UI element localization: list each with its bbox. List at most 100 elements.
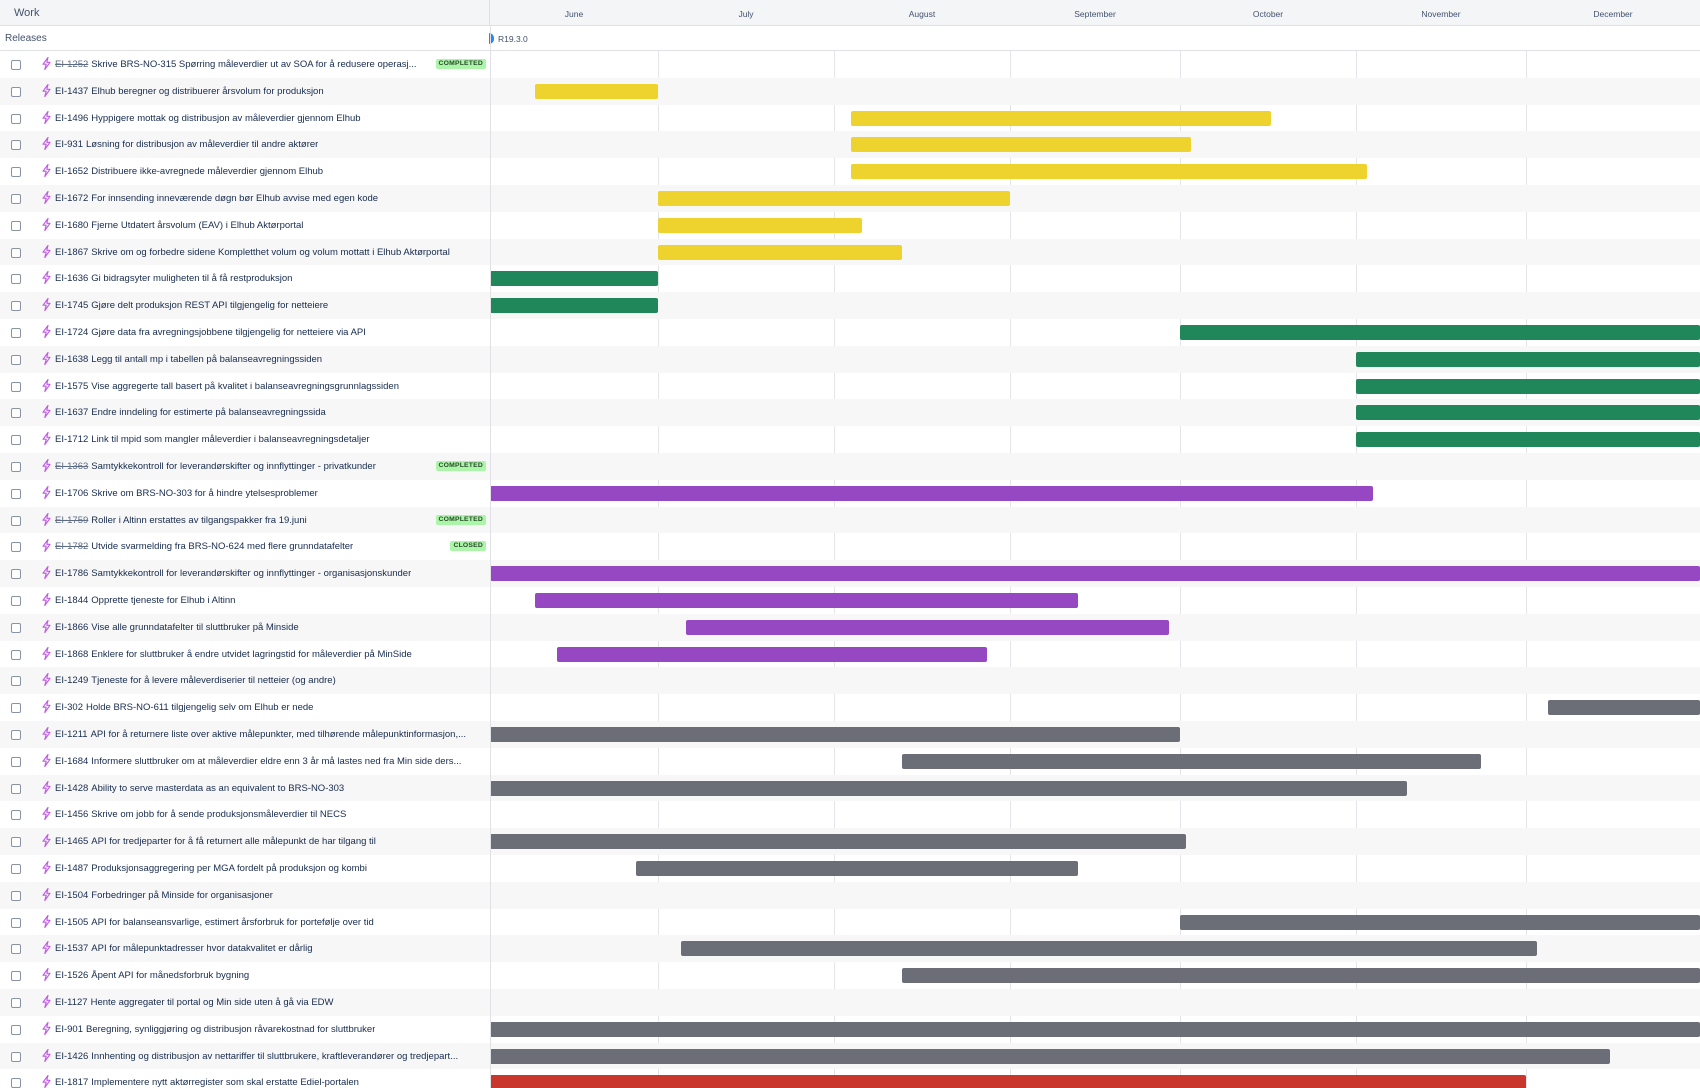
timeline-bar-ei-1211[interactable] [490, 726, 1180, 742]
work-item-link[interactable]: EI-1575 Vise aggregerte tall basert på kv… [55, 381, 399, 392]
timeline-bar-ei-1724[interactable] [1180, 324, 1700, 340]
work-item-link[interactable]: EI-1724 Gjøre data fra avregningsjobbene … [55, 327, 366, 338]
issue-key[interactable]: EI-1817 [55, 1077, 88, 1088]
table-row[interactable]: EI-1249 Tjeneste for å levere måleverdise… [0, 667, 1700, 695]
row-checkbox[interactable] [11, 864, 21, 874]
issue-key[interactable]: EI-1672 [55, 193, 88, 204]
work-item-link[interactable]: EI-1636 Gi bidragsyter muligheten til å f… [55, 273, 292, 284]
work-item-link[interactable]: EI-931 Løsning for distribusjon av måleve… [55, 139, 318, 150]
row-checkbox[interactable] [11, 60, 21, 70]
issue-title[interactable]: Skrive BRS-NO-315 Spørring måleverdier u… [91, 59, 416, 70]
row-checkbox[interactable] [11, 408, 21, 419]
row-checkbox[interactable] [11, 622, 21, 633]
issue-key[interactable]: EI-1637 [55, 407, 88, 418]
timeline-bar-ei-1786[interactable] [490, 566, 1700, 582]
issue-title[interactable]: Ability to serve masterdata as an equiva… [91, 783, 344, 794]
row-checkbox[interactable] [11, 435, 21, 446]
issue-key[interactable]: EI-1759 [55, 515, 88, 526]
timeline-bar-ei-1867[interactable] [658, 244, 903, 260]
row-checkbox[interactable] [11, 194, 21, 204]
timeline-bar-ei-1526[interactable] [902, 968, 1700, 984]
table-row[interactable]: EI-1127 Hente aggregater til portal og Mi… [0, 989, 1700, 1016]
work-item-link[interactable]: EI-1866 Vise alle grunndatafelter til slu… [55, 622, 299, 633]
row-checkbox[interactable] [11, 542, 21, 553]
row-checkbox[interactable] [11, 381, 21, 392]
issue-title[interactable]: Produksjonsaggregering per MGA fordelt p… [91, 863, 367, 874]
timeline-bar-ei-1684[interactable] [902, 753, 1481, 769]
timeline-bar-ei-1712[interactable] [1356, 432, 1700, 448]
row-checkbox[interactable] [11, 944, 21, 955]
issue-title[interactable]: Samtykkekontroll for leverandørskifter o… [91, 568, 411, 579]
row-checkbox[interactable] [11, 167, 21, 178]
row-checkbox[interactable] [11, 649, 21, 660]
issue-title[interactable]: Innhenting og distribusjon av nettariffe… [91, 1051, 458, 1062]
issue-title[interactable]: Skrive om og forbedre sidene Kompletthet… [91, 247, 450, 258]
work-item-link[interactable]: EI-1672 For innsending inneværende døgn b… [55, 193, 378, 204]
issue-key[interactable]: EI-901 [55, 1024, 83, 1035]
timeline-bar-ei-1866[interactable] [686, 619, 1169, 635]
issue-title[interactable]: Gjøre delt produksjon REST API tilgjenge… [91, 300, 328, 311]
row-checkbox[interactable] [11, 488, 21, 499]
issue-title[interactable]: Skrive om BRS-NO-303 for å hindre ytelse… [91, 488, 318, 499]
issue-title[interactable]: Hyppigere mottak og distribusjon av måle… [91, 113, 360, 124]
issue-title[interactable]: Samtykkekontroll for leverandørskifter o… [91, 461, 376, 472]
issue-title[interactable]: API for målepunktadresser hvor datakvali… [91, 943, 312, 954]
work-item-link[interactable]: EI-1867 Skrive om og forbedre sidene Komp… [55, 247, 450, 258]
issue-title[interactable]: Distribuere ikke-avregnede måleverdier g… [91, 166, 323, 177]
timeline-bar-ei-1652[interactable] [851, 164, 1368, 180]
timeline-bar-ei-1638[interactable] [1356, 351, 1700, 367]
table-row[interactable]: EI-1496 Hyppigere mottak og distribusjon … [0, 105, 1700, 132]
timeline-bar-ei-1426[interactable] [490, 1048, 1611, 1064]
row-checkbox[interactable] [11, 1051, 21, 1062]
issue-key[interactable]: EI-1636 [55, 273, 88, 284]
issue-title[interactable]: Åpent API for månedsforbruk bygning [91, 970, 249, 981]
row-checkbox[interactable] [11, 971, 21, 982]
issue-title[interactable]: For innsending inneværende døgn bør Elhu… [91, 193, 378, 204]
row-checkbox[interactable] [11, 1078, 21, 1088]
timeline-bar-ei-1745[interactable] [490, 298, 658, 314]
issue-title[interactable]: Utvide svarmelding fra BRS-NO-624 med fl… [91, 541, 353, 552]
work-item-link[interactable]: EI-1504 Forbedringer på Minside for organ… [55, 890, 273, 901]
row-checkbox[interactable] [11, 140, 21, 151]
work-item-link[interactable]: EI-901 Beregning, synliggjøring og distri… [55, 1024, 375, 1035]
work-item-link[interactable]: EI-1759 Roller i Altinn erstattes av tilg… [55, 515, 307, 526]
issue-key[interactable]: EI-1724 [55, 327, 88, 338]
work-item-link[interactable]: EI-1638 Legg til antall mp i tabellen på … [55, 354, 322, 365]
issue-title[interactable]: Løsning for distribusjon av måleverdier … [86, 139, 318, 150]
issue-title[interactable]: Implementere nytt aktørregister som skal… [91, 1077, 359, 1088]
issue-title[interactable]: Skrive om jobb for å sende produksjonsmå… [91, 809, 346, 820]
work-item-link[interactable]: EI-1817 Implementere nytt aktørregister s… [55, 1077, 359, 1088]
timeline-bar-ei-1637[interactable] [1356, 405, 1700, 421]
work-item-link[interactable]: EI-1437 Elhub beregner og distribuerer år… [55, 86, 324, 97]
issue-key[interactable]: EI-1782 [55, 541, 88, 552]
issue-title[interactable]: Hente aggregater til portal og Min side … [91, 997, 334, 1008]
row-checkbox[interactable] [11, 274, 21, 285]
work-item-link[interactable]: EI-1652 Distribuere ikke-avregnede måleve… [55, 166, 323, 177]
issue-key[interactable]: EI-1680 [55, 220, 88, 231]
table-row[interactable]: EI-1636 Gi bidragsyter muligheten til å f… [0, 265, 1700, 292]
issue-key[interactable]: EI-1504 [55, 890, 88, 901]
row-checkbox[interactable] [11, 676, 21, 687]
work-column-divider[interactable] [490, 26, 491, 1088]
timeline-bar-ei-1437[interactable] [534, 83, 658, 99]
issue-title[interactable]: Roller i Altinn erstattes av tilgangspak… [91, 515, 306, 526]
work-item-link[interactable]: EI-1680 Fjerne Utdatert årsvolum (EAV) i … [55, 220, 303, 231]
row-checkbox[interactable] [11, 756, 21, 767]
row-checkbox[interactable] [11, 783, 21, 794]
work-item-link[interactable]: EI-1428 Ability to serve masterdata as an… [55, 783, 344, 794]
timeline-bar-ei-1496[interactable] [851, 110, 1271, 126]
row-checkbox[interactable] [11, 998, 21, 1008]
issue-title[interactable]: Gjøre data fra avregningsjobbene tilgjen… [91, 327, 366, 338]
issue-key[interactable]: EI-1868 [55, 649, 88, 660]
issue-key[interactable]: EI-1652 [55, 166, 88, 177]
issue-title[interactable]: Fjerne Utdatert årsvolum (EAV) i Elhub A… [91, 220, 303, 231]
work-item-link[interactable]: EI-1456 Skrive om jobb for å sende produk… [55, 809, 346, 820]
issue-key[interactable]: EI-1252 [55, 59, 88, 70]
timeline-bar-ei-1844[interactable] [534, 592, 1078, 608]
row-checkbox[interactable] [11, 596, 21, 606]
timeline-bar-ei-1428[interactable] [490, 780, 1407, 796]
issue-key[interactable]: EI-931 [55, 139, 83, 150]
table-row[interactable]: EI-1782 Utvide svarmelding fra BRS-NO-624… [0, 533, 1700, 560]
row-checkbox[interactable] [11, 301, 21, 312]
issue-key[interactable]: EI-1456 [55, 809, 88, 820]
